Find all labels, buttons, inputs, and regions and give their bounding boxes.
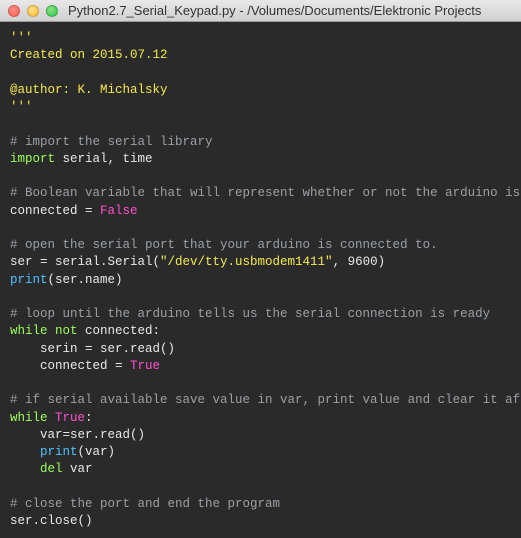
docstring-line: @author: K. Michalsky [10, 83, 168, 97]
print-args: (ser.name) [48, 273, 123, 287]
bool-true: True [130, 359, 160, 373]
traffic-lights [8, 5, 58, 17]
code-editor[interactable]: ''' Created on 2015.07.12 @author: K. Mi… [0, 22, 521, 538]
string-literal: "/dev/tty.usbmodem1411" [160, 255, 333, 269]
print-fn: print [40, 445, 78, 459]
comment: # close the port and end the program [10, 497, 280, 511]
del-target: var [63, 462, 93, 476]
keyword-while-not: while not [10, 324, 78, 338]
stmt: serin = ser.read() [10, 342, 175, 356]
comment: # Boolean variable that will represent w… [10, 186, 521, 200]
zoom-icon[interactable] [46, 5, 58, 17]
docstring-line: Created on 2015.07.12 [10, 48, 168, 62]
bool-true: True [55, 411, 85, 425]
stmt: var=ser.read() [10, 428, 145, 442]
assign: connected = [10, 204, 100, 218]
indent [10, 462, 40, 476]
minimize-icon[interactable] [27, 5, 39, 17]
print-args: (var) [78, 445, 116, 459]
keyword-import: import [10, 152, 55, 166]
keyword-del: del [40, 462, 63, 476]
docstring-close: ''' [10, 100, 33, 114]
docstring-open: ''' [10, 31, 33, 45]
import-names: serial, time [55, 152, 153, 166]
comment: # import the serial library [10, 135, 213, 149]
print-fn: print [10, 273, 48, 287]
colon: : [85, 411, 93, 425]
comment: # loop until the arduino tells us the se… [10, 307, 490, 321]
indent [10, 445, 40, 459]
comment: # if serial available save value in var,… [10, 393, 521, 407]
stmt: ser.close() [10, 514, 93, 528]
keyword-while: while [10, 411, 55, 425]
call-rest: , 9600) [333, 255, 386, 269]
cond: connected: [78, 324, 161, 338]
bool-false: False [100, 204, 138, 218]
window-title: Python2.7_Serial_Keypad.py - /Volumes/Do… [68, 3, 481, 18]
call: ser = serial.Serial( [10, 255, 160, 269]
comment: # open the serial port that your arduino… [10, 238, 438, 252]
close-icon[interactable] [8, 5, 20, 17]
assign: connected = [10, 359, 130, 373]
window-titlebar: Python2.7_Serial_Keypad.py - /Volumes/Do… [0, 0, 521, 22]
